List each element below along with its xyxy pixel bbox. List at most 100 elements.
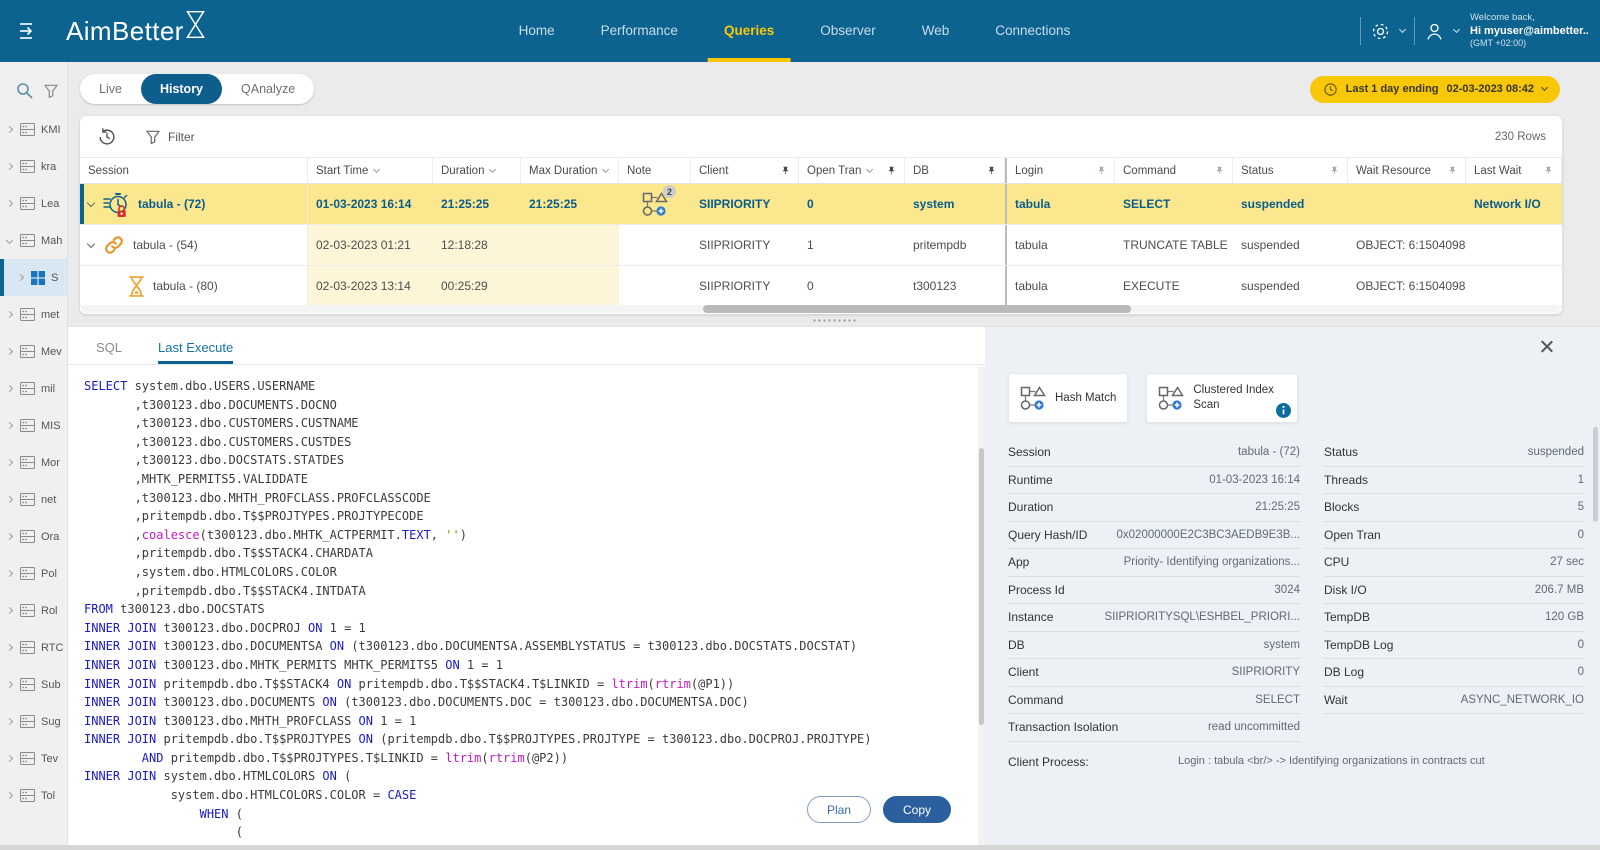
tab-live[interactable]: Live [80, 74, 141, 104]
column-header-duration[interactable]: Duration [433, 158, 521, 183]
column-header-wait_resource[interactable]: Wait Resource [1348, 158, 1466, 183]
column-header-open_tran[interactable]: Open Tran [799, 158, 905, 183]
chevron-down-icon[interactable] [1540, 83, 1549, 92]
sidebar-item-mil[interactable]: mil [0, 370, 67, 407]
chevron-right-icon[interactable] [5, 421, 14, 430]
chevron-right-icon[interactable] [5, 310, 14, 319]
sidebar-item-ora[interactable]: Ora [0, 518, 67, 555]
panel-resize-handle[interactable] [68, 314, 1600, 326]
pin-icon[interactable] [887, 165, 896, 176]
copy-button[interactable]: Copy [883, 796, 951, 823]
table-row[interactable]: tabula - (72) 01-03-2023 16:14 21:25:25 21:… [80, 184, 1562, 225]
column-header-login[interactable]: Login [1005, 158, 1115, 183]
sidebar-item-mis[interactable]: MIS [0, 407, 67, 444]
sql-vertical-scrollbar[interactable] [978, 367, 985, 845]
expand-chevron-icon[interactable] [86, 239, 96, 248]
chevron-right-icon[interactable] [5, 199, 14, 208]
column-header-session[interactable]: Session [80, 158, 308, 183]
pin-icon[interactable] [1215, 165, 1224, 176]
nav-item-performance[interactable]: Performance [601, 0, 678, 62]
pin-icon[interactable] [1330, 165, 1339, 176]
pin-icon[interactable] [1448, 165, 1457, 176]
sidebar-item-mah[interactable]: Mah [0, 222, 67, 259]
sidebar-item-mor[interactable]: Mor [0, 444, 67, 481]
sidebar-item-rtc[interactable]: RTC [0, 629, 67, 666]
column-header-client[interactable]: Client [691, 158, 799, 183]
sidebar-item-kra[interactable]: kra [0, 148, 67, 185]
filter-button[interactable]: Filter [146, 130, 195, 144]
sort-chevron-icon[interactable] [373, 165, 381, 174]
sidebar-item-net[interactable]: net [0, 481, 67, 518]
chevron-right-icon[interactable] [5, 680, 14, 689]
pin-icon[interactable] [987, 165, 996, 176]
operator-card-clustered-index-scan[interactable]: Clustered Index Scan [1146, 373, 1299, 423]
sidebar-item-kmi[interactable]: KMI [0, 111, 67, 148]
column-header-status[interactable]: Status [1233, 158, 1348, 183]
close-icon[interactable] [1539, 339, 1554, 354]
chevron-right-icon[interactable] [5, 162, 14, 171]
chevron-right-icon[interactable] [5, 791, 14, 800]
chevron-right-icon[interactable] [5, 532, 14, 541]
chevron-right-icon[interactable] [5, 458, 14, 467]
chevron-down-icon[interactable] [5, 236, 14, 245]
tab-sql[interactable]: SQL [96, 340, 122, 364]
chevron-right-icon[interactable] [5, 606, 14, 615]
nav-item-connections[interactable]: Connections [995, 0, 1070, 62]
tab-history[interactable]: History [140, 74, 223, 104]
sidebar-item-sug[interactable]: Sug [0, 703, 67, 740]
filter-icon[interactable] [44, 84, 58, 98]
nav-item-web[interactable]: Web [922, 0, 950, 62]
sort-chevron-icon[interactable] [489, 165, 497, 174]
horizontal-scrollbar[interactable] [82, 305, 1560, 313]
sidebar-item-tev[interactable]: Tev [0, 740, 67, 777]
settings-gear-icon[interactable] [1370, 21, 1391, 42]
sidebar-item-met[interactable]: met [0, 296, 67, 333]
nav-item-observer[interactable]: Observer [820, 0, 876, 62]
chevron-right-icon[interactable] [5, 643, 14, 652]
plan-button[interactable]: Plan [807, 796, 871, 823]
sort-chevron-icon[interactable] [602, 165, 610, 174]
query-plan-icon[interactable]: 2 [642, 185, 676, 216]
sort-chevron-icon[interactable] [866, 165, 874, 174]
scrollbar-thumb[interactable] [702, 305, 1132, 313]
column-header-start[interactable]: Start Time [308, 158, 433, 183]
details-scrollbar[interactable] [1593, 427, 1598, 522]
operator-card-hash-match[interactable]: Hash Match [1008, 373, 1129, 423]
user-avatar-icon[interactable] [1424, 21, 1445, 42]
sidebar-item-pol[interactable]: Pol [0, 555, 67, 592]
sidebar-item-s[interactable]: S [0, 259, 67, 296]
chevron-right-icon[interactable] [5, 384, 14, 393]
sidebar-toggle-icon[interactable] [18, 22, 40, 40]
pin-icon[interactable] [1544, 165, 1553, 176]
column-header-max_duration[interactable]: Max Duration [521, 158, 619, 183]
history-refresh-icon[interactable] [96, 126, 118, 148]
drag-dots-icon[interactable] [812, 317, 856, 323]
search-icon[interactable] [16, 82, 33, 99]
scrollbar-thumb[interactable] [979, 448, 984, 726]
time-range-badge[interactable]: Last 1 day ending 02-03-2023 08:42 [1309, 75, 1560, 103]
chevron-right-icon[interactable] [5, 125, 14, 134]
nav-item-queries[interactable]: Queries [707, 0, 791, 62]
column-header-command[interactable]: Command [1115, 158, 1233, 183]
chevron-right-icon[interactable] [16, 273, 25, 282]
tab-qanalyze[interactable]: QAnalyze [222, 74, 314, 104]
sidebar-item-tol[interactable]: Tol [0, 777, 67, 814]
sidebar-item-sub[interactable]: Sub [0, 666, 67, 703]
column-header-note[interactable]: Note [619, 158, 691, 183]
chevron-right-icon[interactable] [5, 754, 14, 763]
chevron-down-icon[interactable] [1452, 25, 1461, 34]
info-icon[interactable] [1276, 403, 1292, 418]
table-row[interactable]: tabula - (80) 02-03-2023 13:14 00:25:29 SII… [80, 266, 1562, 307]
chevron-right-icon[interactable] [5, 347, 14, 356]
table-row[interactable]: tabula - (54) 02-03-2023 01:21 12:18:28 SII… [80, 225, 1562, 266]
column-header-last_wait[interactable]: Last Wait [1466, 158, 1562, 183]
expand-chevron-icon[interactable] [86, 198, 96, 207]
chevron-down-icon[interactable] [1398, 25, 1407, 34]
sidebar-item-rol[interactable]: Rol [0, 592, 67, 629]
chevron-right-icon[interactable] [5, 495, 14, 504]
aimbetter-logo[interactable]: AimBetter [66, 10, 205, 47]
tab-last-execute[interactable]: Last Execute [158, 340, 234, 364]
sidebar-item-mev[interactable]: Mev [0, 333, 67, 370]
nav-item-home[interactable]: Home [519, 0, 555, 62]
sidebar-item-lea[interactable]: Lea [0, 185, 67, 222]
